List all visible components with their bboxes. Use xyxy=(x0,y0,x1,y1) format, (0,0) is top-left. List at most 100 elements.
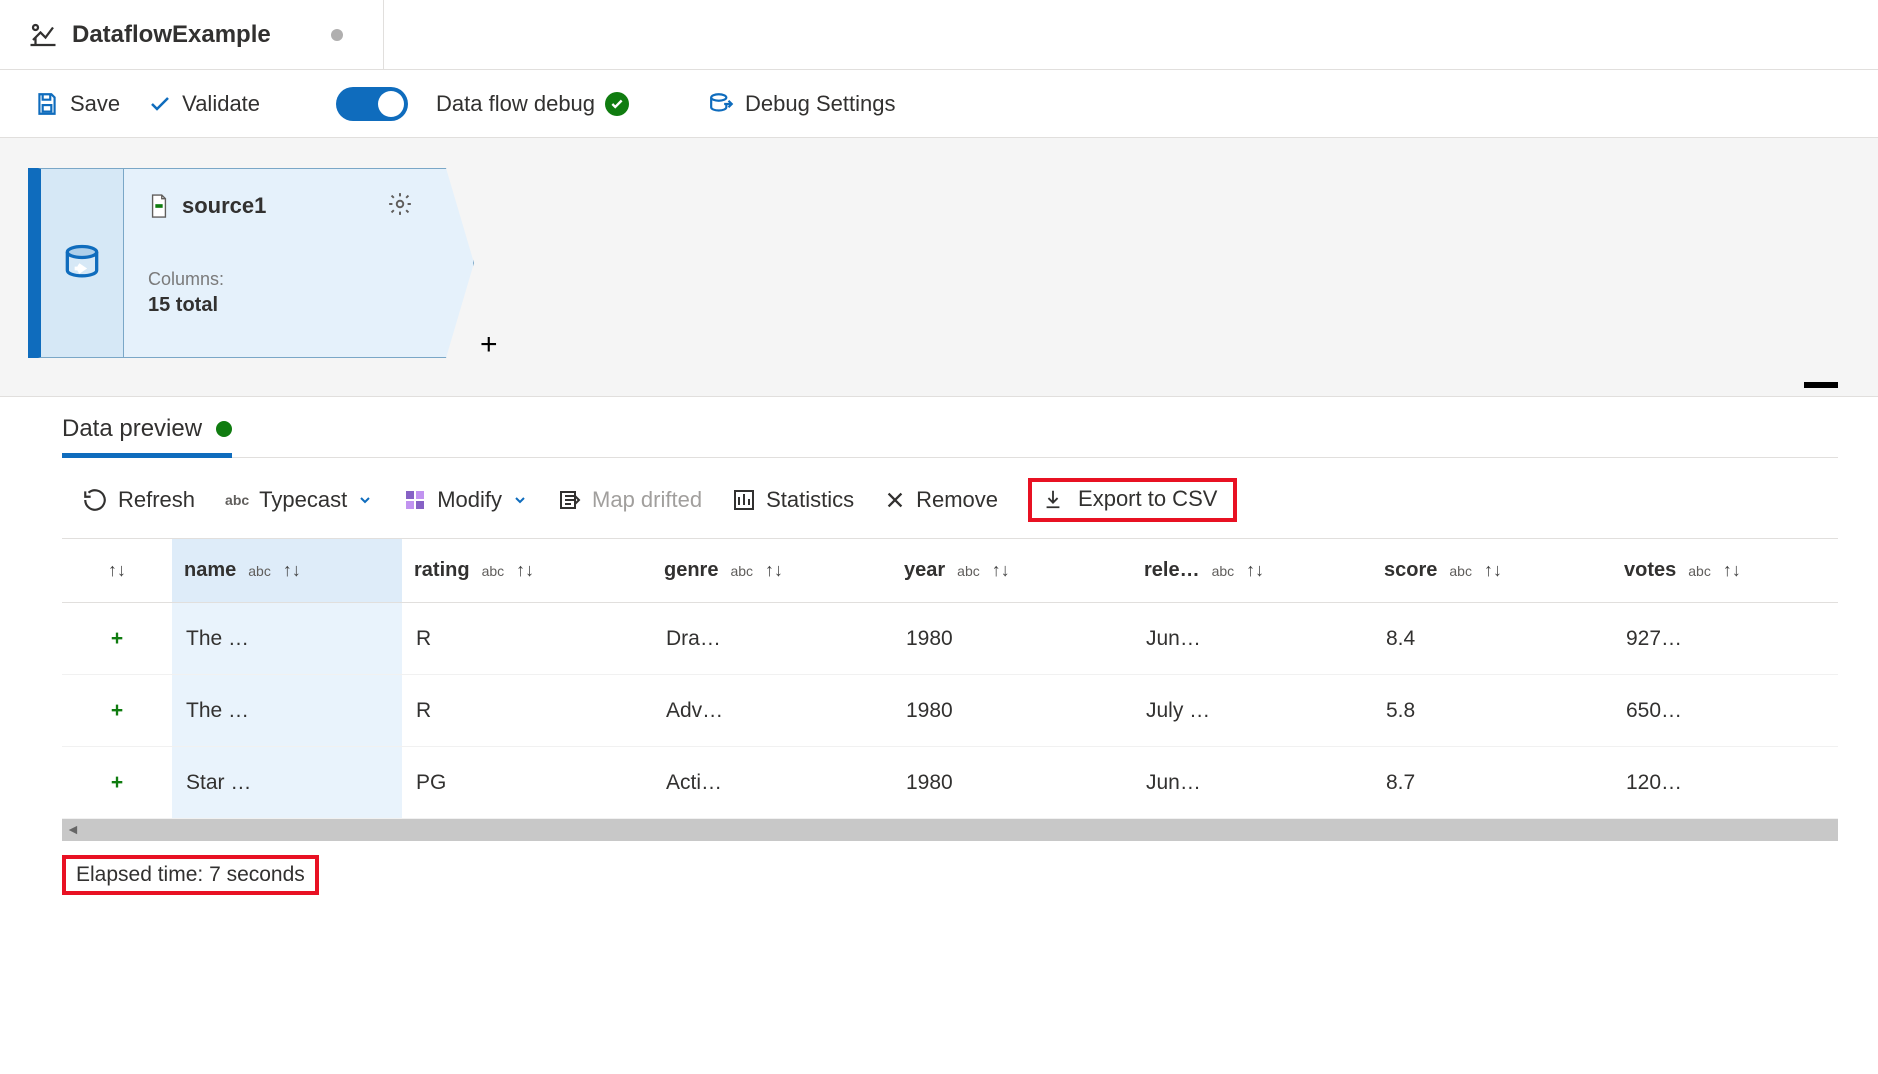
sort-icon: ↑↓ xyxy=(1723,560,1741,581)
panel-tabs: Data preview xyxy=(62,415,1838,458)
cell-rating: R xyxy=(402,699,652,723)
node-columns-value: 15 total xyxy=(148,294,449,317)
abc-icon: abc xyxy=(225,492,249,508)
table-row[interactable]: +The …RDra…1980Jun…8.4927… xyxy=(62,603,1838,675)
elapsed-time: Elapsed time: 7 seconds xyxy=(62,855,319,895)
bottom-panel: Data preview Refresh abc Typecast xyxy=(0,397,1878,905)
expand-col-header[interactable]: ↑↓ xyxy=(62,560,172,581)
col-label: rating xyxy=(414,559,470,582)
tab-data-preview[interactable]: Data preview xyxy=(62,415,232,458)
col-header-name[interactable]: nameabc↑↓ xyxy=(172,539,402,602)
remove-button[interactable]: Remove xyxy=(884,487,998,513)
chevron-down-icon xyxy=(357,492,373,508)
sort-icon: ↑↓ xyxy=(516,560,534,581)
type-icon: abc xyxy=(957,563,980,579)
add-step-button[interactable]: + xyxy=(480,328,498,362)
cell-rating: R xyxy=(402,627,652,651)
statistics-label: Statistics xyxy=(766,487,854,513)
scroll-left-icon: ◄ xyxy=(66,821,80,837)
statistics-button[interactable]: Statistics xyxy=(732,487,854,513)
dataflow-canvas[interactable]: source1 Columns: 15 total + xyxy=(0,138,1878,397)
horizontal-scrollbar[interactable]: ◄ xyxy=(62,819,1838,841)
sort-icon: ↑↓ xyxy=(1246,560,1264,581)
col-label: year xyxy=(904,559,945,582)
debug-settings-button[interactable]: Debug Settings xyxy=(709,91,895,117)
cell-rating: PG xyxy=(402,771,652,795)
modify-button[interactable]: Modify xyxy=(403,487,528,513)
expand-row-button[interactable]: + xyxy=(62,627,172,651)
table-row[interactable]: +The …RAdv…1980July …5.8650… xyxy=(62,675,1838,747)
save-icon xyxy=(34,91,60,117)
toggle-knob xyxy=(378,91,404,117)
col-header-votes[interactable]: votesabc↑↓ xyxy=(1612,559,1852,582)
cell-genre: Adv… xyxy=(652,699,892,723)
export-csv-button[interactable]: Export to CSV xyxy=(1028,478,1237,522)
refresh-button[interactable]: Refresh xyxy=(82,487,195,513)
cell-genre: Dra… xyxy=(652,627,892,651)
debug-settings-label: Debug Settings xyxy=(745,91,895,117)
node-icon xyxy=(38,168,124,358)
debug-label-group: Data flow debug xyxy=(436,91,629,117)
data-grid: ↑↓ nameabc↑↓ratingabc↑↓genreabc↑↓yearabc… xyxy=(62,538,1838,819)
debug-settings-icon xyxy=(709,91,735,117)
cell-score: 8.7 xyxy=(1372,771,1612,795)
dataflow-icon xyxy=(28,20,58,50)
debug-ok-icon xyxy=(605,92,629,116)
type-icon: abc xyxy=(1688,563,1711,579)
col-label: genre xyxy=(664,559,718,582)
cell-rele: July … xyxy=(1132,699,1372,723)
modify-icon xyxy=(403,488,427,512)
statistics-icon xyxy=(732,488,756,512)
map-drifted-button: Map drifted xyxy=(558,487,702,513)
type-icon: abc xyxy=(1449,563,1472,579)
tab-label: Data preview xyxy=(62,415,202,443)
expand-row-button[interactable]: + xyxy=(62,699,172,723)
title-bar: DataflowExample xyxy=(0,0,1878,70)
col-header-genre[interactable]: genre abc ↑↓ xyxy=(652,559,892,582)
map-drifted-icon xyxy=(558,488,582,512)
col-header-rele[interactable]: rele…abc↑↓ xyxy=(1132,559,1372,582)
tab-status-dot-icon xyxy=(216,421,232,437)
toolbar: Save Validate Data flow debug Debug Sett… xyxy=(0,70,1878,138)
debug-toggle[interactable] xyxy=(336,87,408,121)
type-icon: abc xyxy=(482,563,505,579)
grid-header-row: ↑↓ nameabc↑↓ratingabc↑↓genreabc↑↓yearabc… xyxy=(62,539,1838,603)
debug-label: Data flow debug xyxy=(436,91,595,117)
cell-name: The … xyxy=(172,675,402,746)
typecast-label: Typecast xyxy=(259,487,347,513)
typecast-button[interactable]: abc Typecast xyxy=(225,487,373,513)
type-icon: abc xyxy=(730,563,753,579)
validate-button[interactable]: Validate xyxy=(148,91,260,117)
sort-icon: ↑↓ xyxy=(283,560,301,581)
node-title: source1 xyxy=(182,193,266,219)
close-icon xyxy=(884,489,906,511)
save-button[interactable]: Save xyxy=(34,91,120,117)
refresh-icon xyxy=(82,487,108,513)
refresh-label: Refresh xyxy=(118,487,195,513)
preview-toolbar: Refresh abc Typecast Modify xyxy=(62,458,1838,538)
sort-icon: ↑↓ xyxy=(108,560,126,581)
save-label: Save xyxy=(70,91,120,117)
cell-year: 1980 xyxy=(892,627,1132,651)
col-label: rele… xyxy=(1144,559,1200,582)
export-csv-label: Export to CSV xyxy=(1078,486,1217,512)
table-row[interactable]: +Star …PGActi…1980Jun…8.7120… xyxy=(62,747,1838,819)
cell-year: 1980 xyxy=(892,699,1132,723)
col-label: name xyxy=(184,559,236,582)
chevron-down-icon xyxy=(512,492,528,508)
modify-label: Modify xyxy=(437,487,502,513)
sort-icon: ↑↓ xyxy=(1484,560,1502,581)
gear-icon[interactable] xyxy=(387,191,413,217)
cell-votes: 650… xyxy=(1612,699,1852,723)
sort-icon: ↑↓ xyxy=(765,560,783,581)
titlebar-spacer xyxy=(383,0,1850,69)
col-header-score[interactable]: scoreabc↑↓ xyxy=(1372,559,1612,582)
expand-row-button[interactable]: + xyxy=(62,771,172,795)
cell-rele: Jun… xyxy=(1132,771,1372,795)
map-drifted-label: Map drifted xyxy=(592,487,702,513)
col-header-year[interactable]: yearabc↑↓ xyxy=(892,559,1132,582)
col-header-rating[interactable]: rating abc ↑↓ xyxy=(402,559,652,582)
source-node[interactable]: source1 Columns: 15 total + xyxy=(28,168,1850,358)
node-select-bar xyxy=(28,168,38,358)
panel-resize-handle[interactable] xyxy=(1804,382,1838,388)
